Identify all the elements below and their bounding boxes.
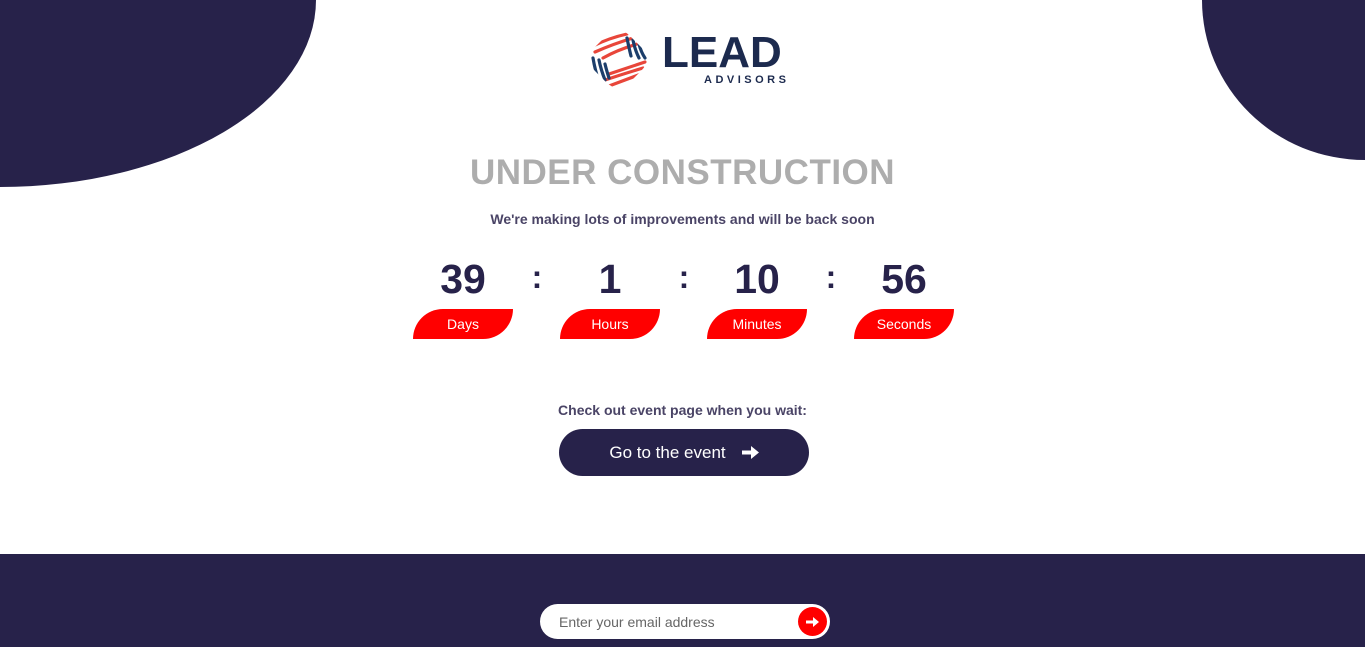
page-title: UNDER CONSTRUCTION (469, 153, 896, 192)
countdown-separator: : (678, 259, 690, 295)
hours-value: 1 (598, 256, 622, 302)
newsletter-form (540, 604, 830, 639)
footer (0, 554, 1365, 647)
go-to-event-label: Go to the event (609, 442, 726, 462)
logo[interactable]: LEAD ADVISORS (587, 28, 789, 90)
minutes-value: 10 (734, 256, 780, 302)
days-value: 39 (440, 256, 486, 302)
event-prompt-text: Check out event page when you wait: (558, 402, 807, 418)
arrow-right-icon (741, 446, 759, 459)
logo-wordmark: LEAD (662, 27, 782, 77)
days-label: Days (413, 309, 513, 339)
hours-label: Hours (560, 309, 660, 339)
seconds-value: 56 (881, 256, 927, 302)
corner-shape-right (1202, 0, 1365, 160)
countdown-seconds: 56 Seconds (854, 255, 954, 339)
countdown-minutes: 10 Minutes (707, 255, 807, 339)
minutes-label: Minutes (707, 309, 807, 339)
countdown-hours: 1 Hours (560, 255, 660, 339)
countdown-separator: : (825, 259, 837, 295)
countdown-timer: 39 Days : 1 Hours : 10 Minutes : 56 Seco… (0, 255, 1365, 345)
email-submit-button[interactable] (798, 607, 827, 636)
go-to-event-button[interactable]: Go to the event (559, 429, 809, 476)
logo-tagline: ADVISORS (704, 73, 790, 86)
countdown-separator: : (531, 259, 543, 295)
page-subtitle: We're making lots of improvements and wi… (490, 211, 875, 227)
page: LEAD ADVISORS UNDER CONSTRUCTION We're m… (0, 0, 1365, 647)
countdown-days: 39 Days (413, 255, 513, 339)
logo-mark-icon (589, 30, 647, 88)
arrow-right-icon (806, 616, 819, 627)
seconds-label: Seconds (854, 309, 954, 339)
email-input[interactable] (540, 604, 798, 639)
